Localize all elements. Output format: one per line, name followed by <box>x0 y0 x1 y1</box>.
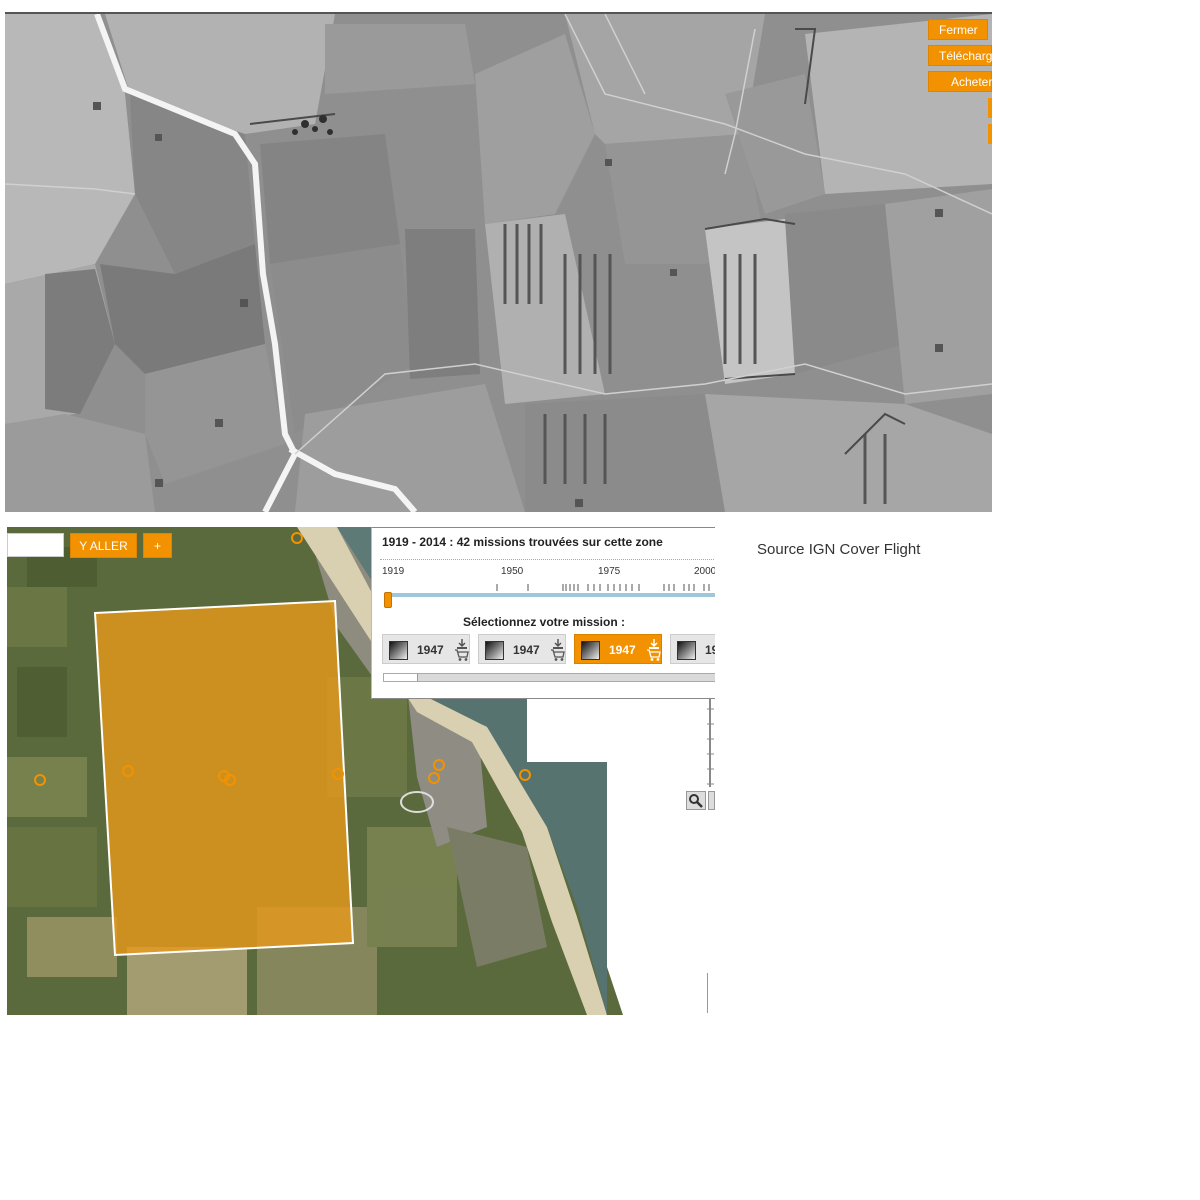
search-icon <box>689 794 703 808</box>
photo-action-extra-2[interactable] <box>988 124 992 144</box>
mission-card[interactable]: 1947 <box>670 634 715 664</box>
mission-thumbnail-icon <box>389 641 408 660</box>
close-button[interactable]: Fermer <box>928 19 988 40</box>
download-cart-icon[interactable] <box>646 638 662 662</box>
mission-card[interactable]: 1947 <box>382 634 470 664</box>
panel-divider <box>380 559 715 560</box>
buy-button[interactable]: Acheter <box>928 71 992 92</box>
mission-year: 1947 <box>705 643 715 657</box>
download-button[interactable]: Téléchargement <box>928 45 992 66</box>
mission-list-scrollbar[interactable] <box>383 673 715 682</box>
timeline-label: 1975 <box>598 566 621 577</box>
go-button[interactable]: Y ALLER <box>70 533 137 558</box>
timeline-label: 2000 <box>694 566 715 577</box>
download-cart-icon[interactable] <box>454 638 470 662</box>
mission-thumbnail-icon <box>677 641 696 660</box>
mission-year: 1947 <box>513 643 540 657</box>
map-viewer[interactable]: Y ALLER + 1919 - 2014 : 42 missions trou… <box>7 527 715 1015</box>
zoom-scale-bar[interactable] <box>706 699 715 787</box>
zoom-search-button[interactable] <box>686 791 706 810</box>
mission-card[interactable]: 1947 <box>478 634 566 664</box>
mission-thumbnail-icon <box>581 641 600 660</box>
panel-title: 1919 - 2014 : 42 missions trouvées sur c… <box>382 535 663 549</box>
source-caption: Source IGN Cover Flight <box>757 541 921 558</box>
photo-action-extra-1[interactable] <box>988 98 992 118</box>
download-cart-icon[interactable] <box>550 638 566 662</box>
timeline-ticks <box>496 584 710 591</box>
select-mission-label: Sélectionnez votre mission : <box>462 615 626 629</box>
timeline-slider-track[interactable] <box>384 593 715 597</box>
search-input[interactable] <box>7 533 64 557</box>
timeline-label: 1919 <box>382 566 405 577</box>
timeline-label: 1950 <box>501 566 524 577</box>
scrollbar-thumb[interactable] <box>384 674 418 681</box>
mission-panel: 1919 - 2014 : 42 missions trouvées sur c… <box>371 527 715 699</box>
aerial-photo-image <box>5 14 992 512</box>
mission-card-selected[interactable]: 1947 <box>574 634 662 664</box>
mission-footprint[interactable] <box>93 599 355 957</box>
map-side-control <box>707 973 715 1013</box>
zoom-extra-button[interactable] <box>708 791 715 810</box>
add-button[interactable]: + <box>143 533 172 558</box>
aerial-photo-preview[interactable]: Fermer Téléchargement Acheter <box>5 12 992 512</box>
timeline-slider-handle[interactable] <box>384 592 392 608</box>
mission-year: 1947 <box>417 643 444 657</box>
mission-thumbnail-icon <box>485 641 504 660</box>
mission-year: 1947 <box>609 643 636 657</box>
